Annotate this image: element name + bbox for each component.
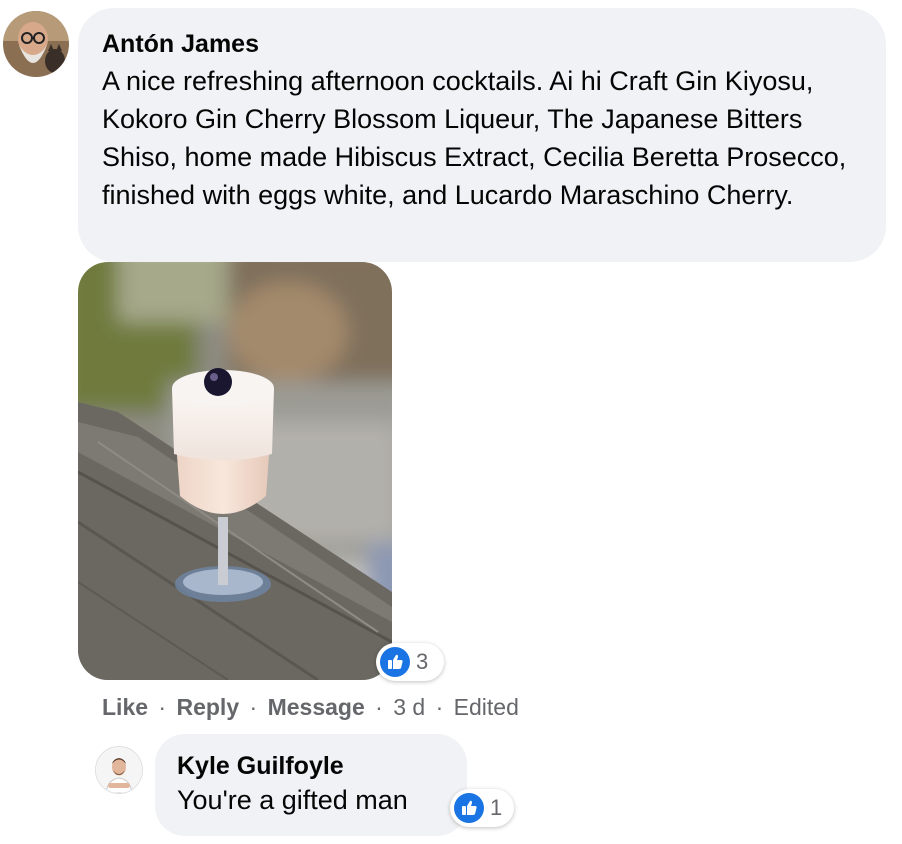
comment-actions: Like · Reply · Message · 3 d · Edited xyxy=(102,692,519,722)
reply-avatar[interactable] xyxy=(95,746,143,794)
comment-text: A nice refreshing afternoon cocktails. A… xyxy=(102,66,847,210)
reaction-number: 3 xyxy=(416,649,429,674)
separator: · xyxy=(249,694,258,720)
commenter-avatar[interactable] xyxy=(3,11,69,77)
comment-author[interactable]: Antón James xyxy=(102,28,862,60)
timestamp[interactable]: 3 d xyxy=(393,694,425,720)
comment-bubble: Antón James A nice refreshing afternoon … xyxy=(78,8,886,262)
comment-photo[interactable] xyxy=(78,262,392,680)
separator: · xyxy=(375,694,383,720)
edited-label[interactable]: Edited xyxy=(454,694,519,720)
reply-author[interactable]: Kyle Guilfoyle xyxy=(177,750,445,782)
reply-link[interactable]: Reply xyxy=(176,694,239,720)
reply-text: You're a gifted man xyxy=(177,785,408,815)
reaction-count[interactable]: 3 xyxy=(376,643,444,681)
reaction-number: 1 xyxy=(490,795,503,820)
thumbs-up-icon xyxy=(454,793,484,823)
reply-bubble: Kyle Guilfoyle You're a gifted man xyxy=(155,734,467,836)
separator: · xyxy=(435,694,444,720)
like-link[interactable]: Like xyxy=(102,694,148,720)
separator: · xyxy=(158,694,167,720)
thumbs-up-icon xyxy=(380,647,410,677)
reply-reaction-count[interactable]: 1 xyxy=(450,789,514,827)
message-link[interactable]: Message xyxy=(268,694,365,720)
